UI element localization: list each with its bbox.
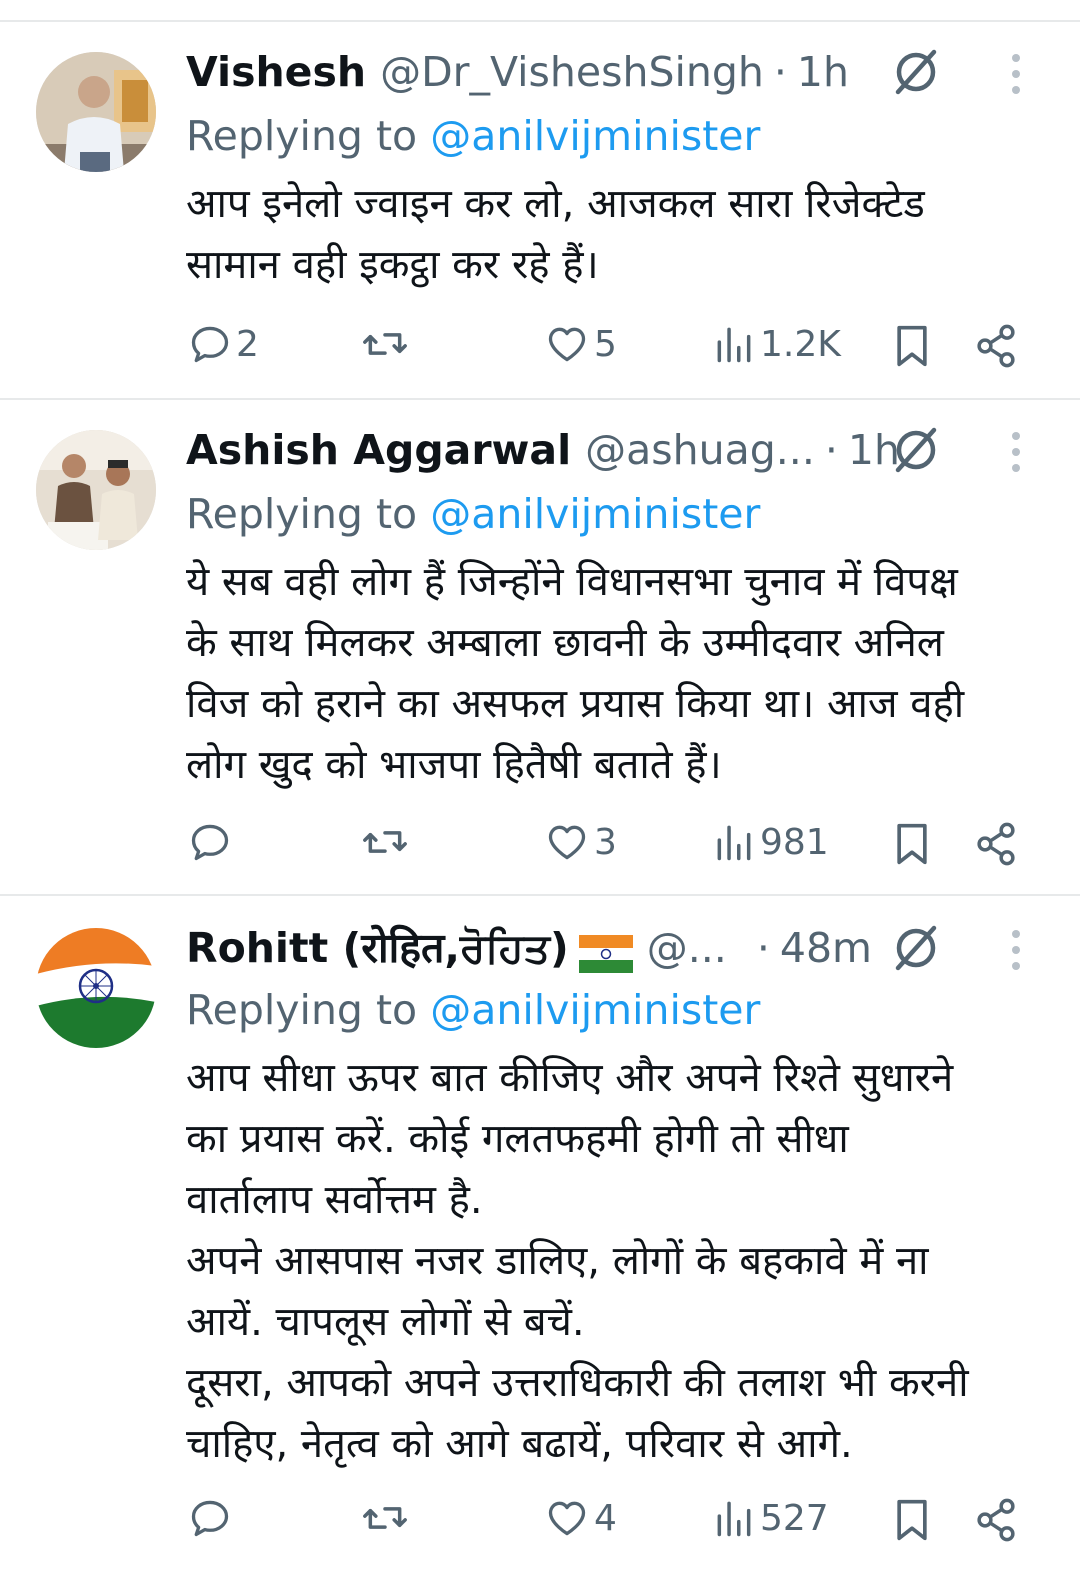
tweet-text: आप सीधा ऊपर बात कीजिए और अपने रिश्ते सुध… xyxy=(186,1055,969,1467)
tweet-header: Ashish Aggarwal @ashuag... · 1h xyxy=(186,420,900,480)
replying-handle-link[interactable]: @anilvijminister xyxy=(430,112,760,160)
heart-icon xyxy=(548,327,586,362)
bookmark-button[interactable] xyxy=(890,1496,934,1544)
view-count: 1.2K xyxy=(760,323,841,365)
more-icon[interactable] xyxy=(1002,922,1030,978)
view-count: 981 xyxy=(760,821,829,863)
share-icon xyxy=(977,822,1015,866)
grok-icon[interactable] xyxy=(888,422,944,478)
reply-icon xyxy=(191,1500,229,1537)
views-button[interactable]: 1.2K xyxy=(712,322,841,366)
retweet-button[interactable] xyxy=(360,1496,414,1540)
retweet-button[interactable] xyxy=(360,820,414,864)
like-count: 4 xyxy=(594,1497,617,1539)
retweet-icon xyxy=(363,333,407,355)
retweet-icon xyxy=(363,831,407,853)
bookmark-icon xyxy=(897,1499,927,1541)
share-icon xyxy=(977,324,1015,368)
share-button[interactable] xyxy=(974,1496,1018,1544)
retweet-button[interactable] xyxy=(360,322,414,366)
timestamp[interactable]: 48m xyxy=(780,918,872,978)
heart-icon xyxy=(548,1501,586,1536)
bookmark-button[interactable] xyxy=(890,820,934,868)
replying-prefix: Replying to xyxy=(186,112,418,160)
view-count: 527 xyxy=(760,1497,829,1539)
display-name[interactable]: Vishesh xyxy=(186,42,366,102)
avatar[interactable] xyxy=(36,430,156,550)
replying-prefix: Replying to xyxy=(186,986,418,1034)
separator-dot: · xyxy=(773,48,787,96)
reply-button[interactable] xyxy=(188,1496,236,1540)
user-handle[interactable]: @Dr_VisheshSingh xyxy=(380,42,764,102)
tweet-header: Rohitt (रोहित,ਰੋਹਿਤ) @... · 48m xyxy=(186,918,872,978)
tweet-divider xyxy=(0,398,1080,400)
views-icon xyxy=(717,327,751,363)
like-count: 5 xyxy=(594,323,617,365)
separator-dot: · xyxy=(824,426,838,474)
share-icon xyxy=(977,1498,1015,1542)
replying-to: Replying to @anilvijminister xyxy=(186,486,760,542)
reply-count: 2 xyxy=(236,323,259,365)
views-button[interactable]: 981 xyxy=(712,820,829,864)
tweet-text: आप इनेलो ज्वाइन कर लो, आजकल सारा रिजेक्ट… xyxy=(186,181,925,288)
reply-icon xyxy=(191,824,229,861)
like-button[interactable]: 3 xyxy=(544,820,617,864)
reply-icon xyxy=(191,326,229,363)
user-handle[interactable]: @... xyxy=(647,918,727,978)
views-button[interactable]: 527 xyxy=(712,1496,829,1540)
bookmark-icon xyxy=(897,325,927,367)
share-button[interactable] xyxy=(974,820,1018,868)
separator-dot: · xyxy=(756,924,770,972)
replying-prefix: Replying to xyxy=(186,490,418,538)
display-name[interactable]: Ashish Aggarwal xyxy=(186,420,571,480)
bookmark-button[interactable] xyxy=(890,322,934,370)
avatar[interactable] xyxy=(36,928,156,1048)
timestamp[interactable]: 1h xyxy=(797,42,849,102)
bookmark-icon xyxy=(897,823,927,865)
heart-icon xyxy=(548,825,586,860)
like-button[interactable]: 5 xyxy=(544,322,617,366)
more-icon[interactable] xyxy=(1002,46,1030,102)
grok-icon[interactable] xyxy=(888,920,944,976)
more-icon[interactable] xyxy=(1002,424,1030,480)
tweet-text: ये सब वही लोग हैं जिन्होंने विधानसभा चुन… xyxy=(186,559,965,788)
tweet-header: Vishesh @Dr_VisheshSingh · 1h xyxy=(186,42,849,102)
like-button[interactable]: 4 xyxy=(544,1496,617,1540)
replying-to: Replying to @anilvijminister xyxy=(186,108,760,164)
views-icon xyxy=(717,825,751,861)
reply-button[interactable]: 2 xyxy=(188,322,259,366)
replying-handle-link[interactable]: @anilvijminister xyxy=(430,986,760,1034)
avatar[interactable] xyxy=(36,52,156,172)
replying-to: Replying to @anilvijminister xyxy=(186,982,760,1038)
like-count: 3 xyxy=(594,821,617,863)
reply-button[interactable] xyxy=(188,820,236,864)
views-icon xyxy=(717,1501,751,1537)
grok-icon[interactable] xyxy=(888,44,944,100)
india-flag-emoji xyxy=(578,929,633,973)
top-divider xyxy=(0,20,1080,22)
user-handle[interactable]: @ashuag... xyxy=(585,420,815,480)
display-name[interactable]: Rohitt (रोहित,ਰੋਹਿਤ) xyxy=(186,918,569,978)
retweet-icon xyxy=(363,1507,407,1529)
replying-handle-link[interactable]: @anilvijminister xyxy=(430,490,760,538)
tweet-divider xyxy=(0,894,1080,896)
share-button[interactable] xyxy=(974,322,1018,370)
